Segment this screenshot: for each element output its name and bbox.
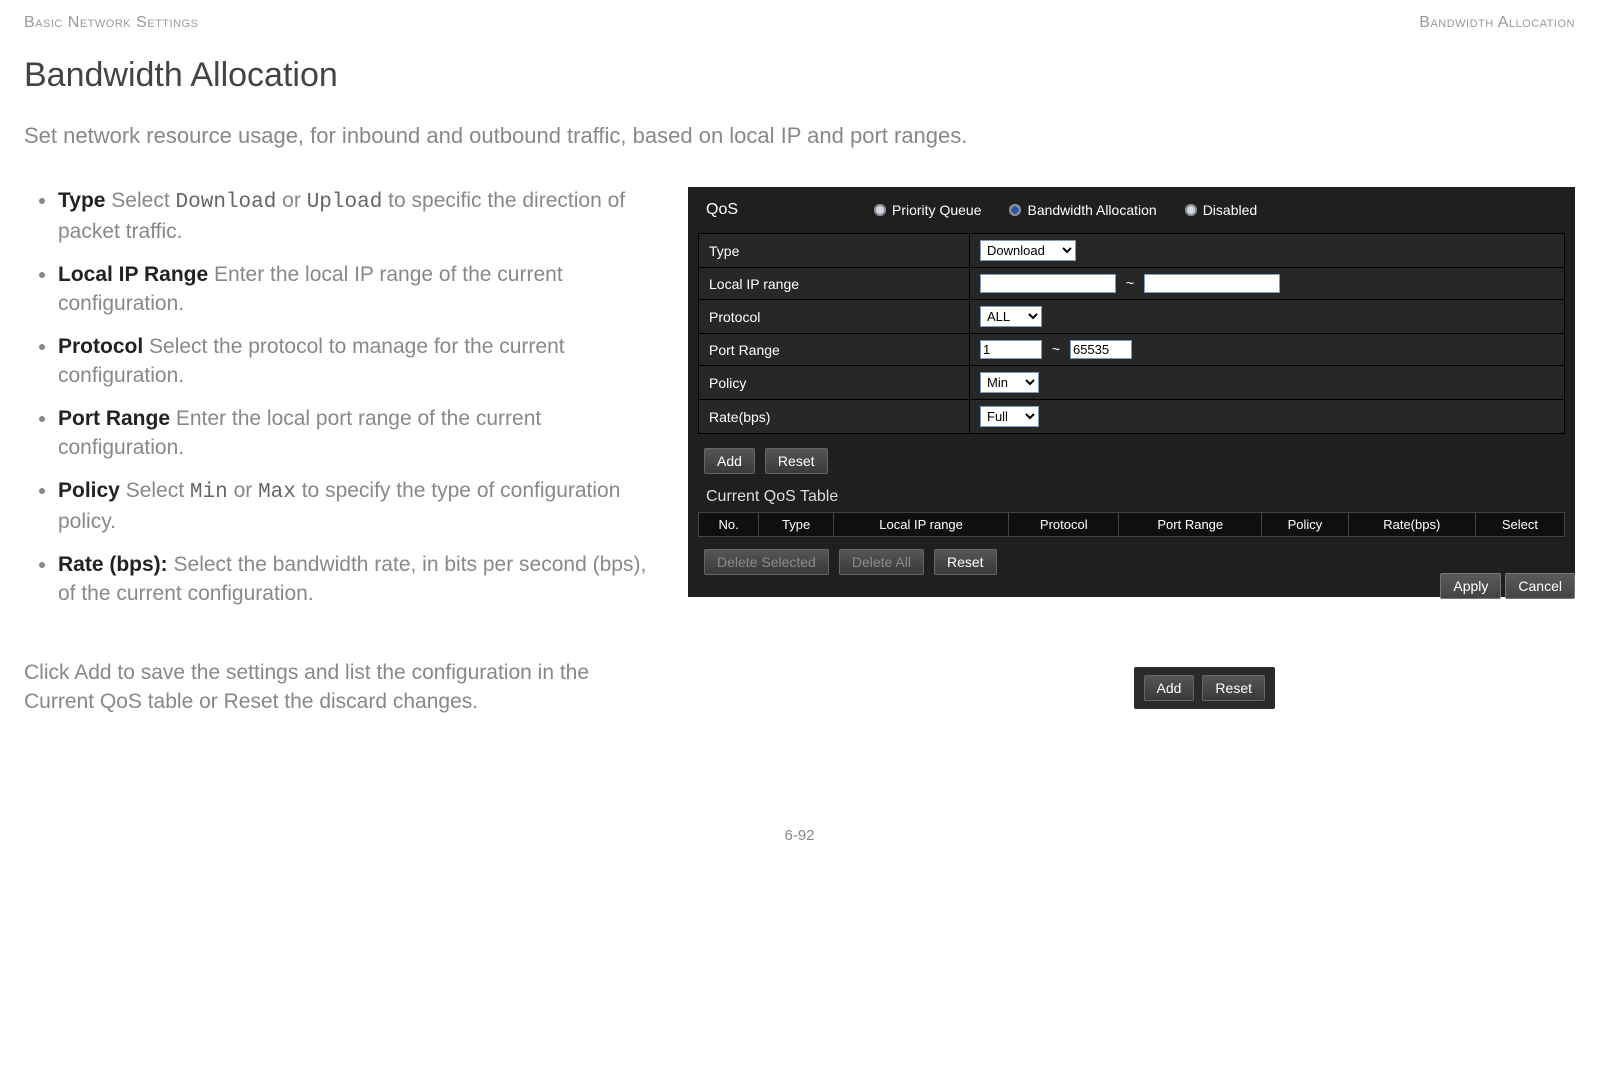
col-rate: Rate(bps) xyxy=(1348,513,1475,537)
list-item: Protocol Select the protocol to manage f… xyxy=(58,333,664,391)
type-select[interactable]: Download xyxy=(980,240,1076,261)
term: Type xyxy=(58,189,105,212)
radio-disabled[interactable]: Disabled xyxy=(1185,202,1257,218)
policy-select[interactable]: Min xyxy=(980,372,1039,393)
code: Download xyxy=(176,191,277,214)
code: Max xyxy=(258,481,296,504)
list-item: Local IP Range Enter the local IP range … xyxy=(58,261,664,319)
delete-selected-button[interactable]: Delete Selected xyxy=(704,549,829,575)
ip-from-input[interactable] xyxy=(980,274,1116,293)
col-ip: Local IP range xyxy=(833,513,1008,537)
range-sep: ~ xyxy=(1046,341,1066,357)
protocol-select[interactable]: ALL xyxy=(980,306,1042,327)
term: Local IP Range xyxy=(58,263,208,286)
port-to-input[interactable] xyxy=(1070,340,1132,359)
term: Rate (bps): xyxy=(58,553,168,576)
reset-table-button[interactable]: Reset xyxy=(934,549,997,575)
config-table: Type Download Local IP range ~ Protocol … xyxy=(698,233,1565,434)
term: Protocol xyxy=(58,335,143,358)
header-left: Basic Network Settings xyxy=(24,14,198,32)
col-no: No. xyxy=(699,513,759,537)
bullet-list: Type Select Download or Upload to specif… xyxy=(24,187,664,623)
cancel-button[interactable]: Cancel xyxy=(1505,573,1575,599)
range-sep: ~ xyxy=(1120,275,1140,291)
qos-label: QoS xyxy=(706,201,846,219)
intro-text: Set network resource usage, for inbound … xyxy=(24,123,1575,149)
qos-mode-row: QoS Priority Queue Bandwidth Allocation … xyxy=(698,197,1565,233)
rate-label: Rate(bps) xyxy=(699,400,970,434)
col-type: Type xyxy=(759,513,834,537)
code: Min xyxy=(190,481,228,504)
apply-button[interactable]: Apply xyxy=(1440,573,1501,599)
code: Add xyxy=(74,661,111,684)
ip-to-input[interactable] xyxy=(1144,274,1280,293)
list-item: Type Select Download or Upload to specif… xyxy=(58,187,664,247)
iprange-label: Local IP range xyxy=(699,268,970,300)
col-policy: Policy xyxy=(1262,513,1349,537)
list-item: Policy Select Min or Max to specify the … xyxy=(58,477,664,537)
term: Port Range xyxy=(58,407,170,430)
radio-bandwidth-allocation[interactable]: Bandwidth Allocation xyxy=(1009,202,1156,218)
col-portrange: Port Range xyxy=(1119,513,1262,537)
policy-label: Policy xyxy=(699,366,970,400)
list-item: Port Range Enter the local port range of… xyxy=(58,405,664,463)
router-panel: QoS Priority Queue Bandwidth Allocation … xyxy=(688,187,1575,597)
page-title: Bandwidth Allocation xyxy=(24,56,1575,95)
callout-text: Click Add to save the settings and list … xyxy=(24,659,664,717)
callout-button-group: Add Reset xyxy=(1134,667,1276,709)
code: Upload xyxy=(307,191,383,214)
callout-reset-button[interactable]: Reset xyxy=(1202,675,1265,701)
code: Reset xyxy=(224,690,279,713)
type-label: Type xyxy=(699,234,970,268)
col-protocol: Protocol xyxy=(1009,513,1119,537)
term: Policy xyxy=(58,479,120,502)
port-from-input[interactable] xyxy=(980,340,1042,359)
qos-table-title: Current QoS Table xyxy=(698,482,1565,512)
page-number: 6-92 xyxy=(24,827,1575,844)
portrange-label: Port Range xyxy=(699,334,970,366)
add-button[interactable]: Add xyxy=(704,448,755,474)
delete-all-button[interactable]: Delete All xyxy=(839,549,924,575)
radio-icon xyxy=(874,204,886,216)
col-select: Select xyxy=(1475,513,1564,537)
reset-button[interactable]: Reset xyxy=(765,448,828,474)
list-item: Rate (bps): Select the bandwidth rate, i… xyxy=(58,551,664,609)
radio-icon xyxy=(1009,204,1021,216)
rate-select[interactable]: Full xyxy=(980,406,1039,427)
callout-add-button[interactable]: Add xyxy=(1144,675,1195,701)
qos-table: No. Type Local IP range Protocol Port Ra… xyxy=(698,512,1565,537)
radio-priority-queue[interactable]: Priority Queue xyxy=(874,202,981,218)
radio-icon xyxy=(1185,204,1197,216)
header-right: Bandwidth Allocation xyxy=(1419,14,1575,32)
protocol-label: Protocol xyxy=(699,300,970,334)
